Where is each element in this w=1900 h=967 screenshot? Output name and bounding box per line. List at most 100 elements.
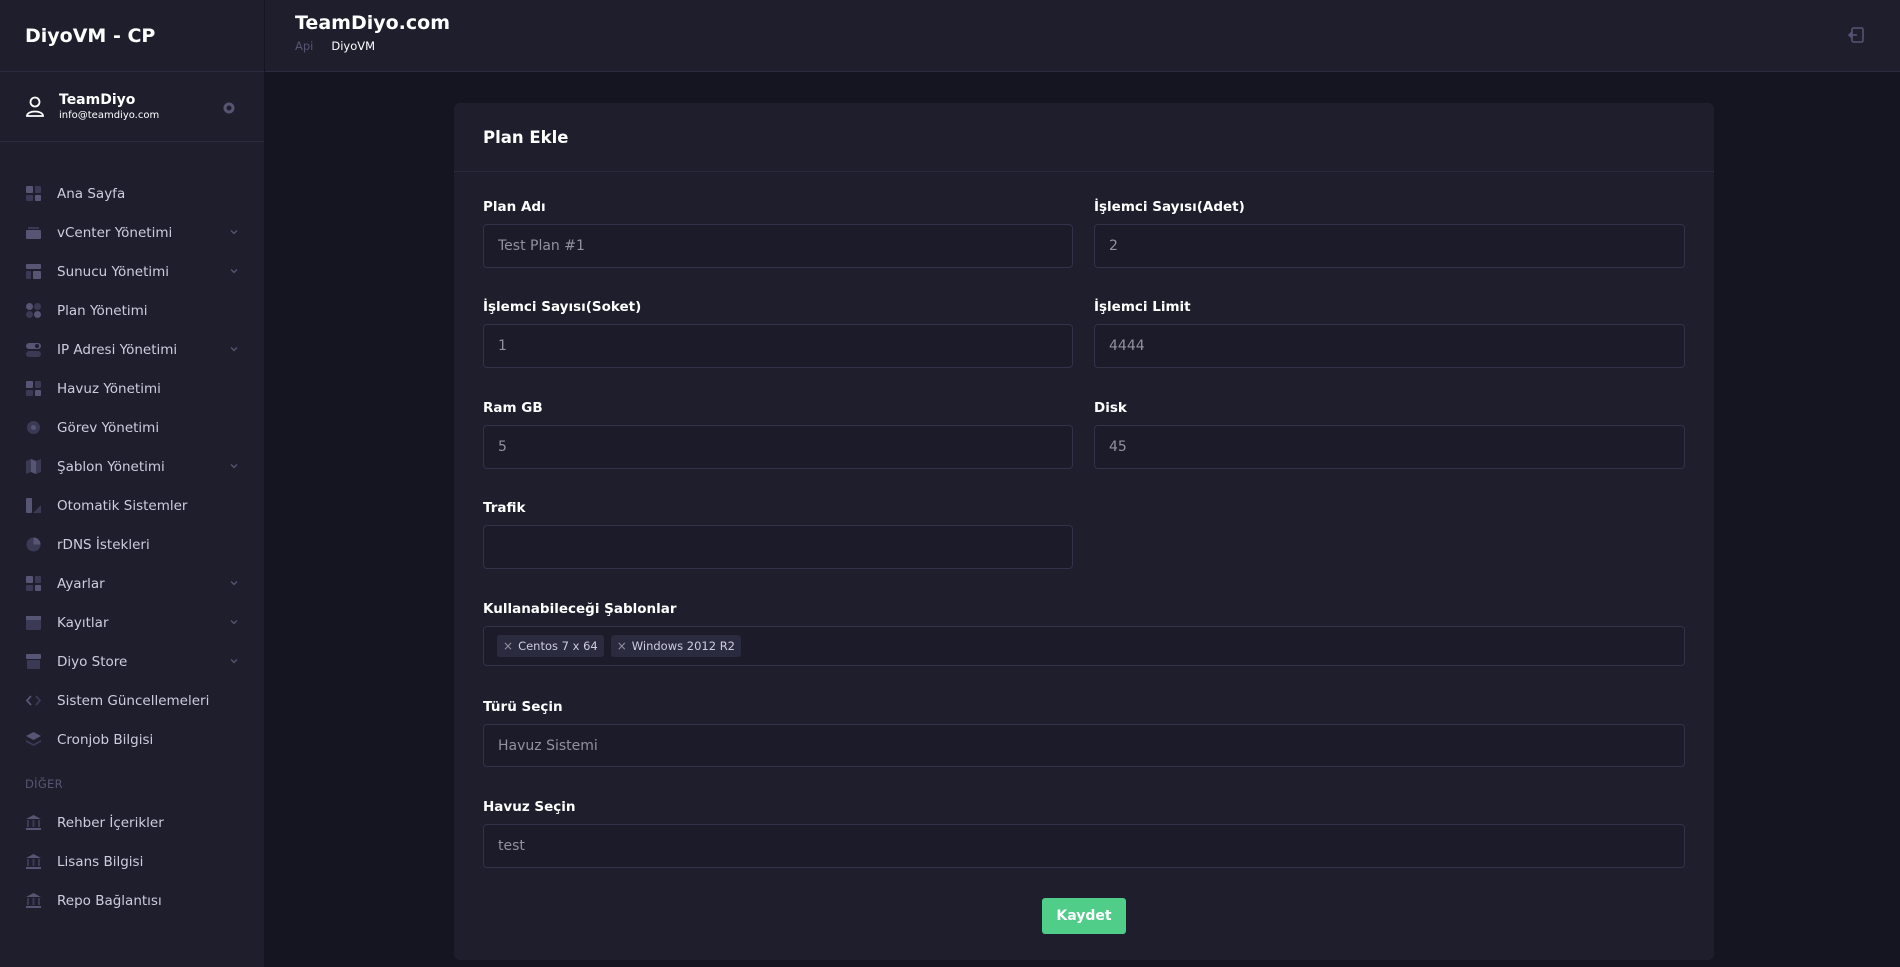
traffic-input[interactable] xyxy=(483,525,1073,569)
sidebar-item-diyo-store[interactable]: Diyo Store xyxy=(0,642,264,681)
type-select[interactable]: Havuz Sistemi xyxy=(483,724,1685,767)
calendar-icon xyxy=(26,616,41,630)
gear-icon[interactable] xyxy=(222,101,236,115)
layout-icon xyxy=(26,264,41,279)
sidebar-item-plan[interactable]: Plan Yönetimi xyxy=(0,291,264,330)
target-icon xyxy=(27,421,40,434)
chevron-down-icon xyxy=(230,269,238,274)
sidebar-item-lisans[interactable]: Lisans Bilgisi xyxy=(0,842,264,881)
template-tag-label: Centos 7 x 64 xyxy=(518,639,598,653)
section-label-other: DİĞER xyxy=(25,777,63,791)
grid-icon xyxy=(26,186,41,201)
pool-select[interactable]: test xyxy=(483,824,1685,868)
type-label: Türü Seçin xyxy=(483,699,563,715)
breadcrumb-item-api[interactable]: Api xyxy=(295,39,313,53)
pie-icon xyxy=(26,537,41,552)
card-title: Plan Ekle xyxy=(454,103,1714,172)
sidebar-item-label: Rehber İçerikler xyxy=(57,814,164,831)
sidebar-item-sistem-guncellemeleri[interactable]: Sistem Güncellemeleri xyxy=(0,681,264,720)
sidebar-item-label: Sunucu Yönetimi xyxy=(57,263,170,280)
cpu-count-input[interactable] xyxy=(1094,224,1685,268)
chevron-down-icon xyxy=(230,347,238,352)
dots-icon xyxy=(26,303,41,318)
layers-icon xyxy=(26,732,41,746)
sidebar-item-repo[interactable]: Repo Bağlantısı xyxy=(0,881,264,920)
templates-label: Kullanabileceği Şablonlar xyxy=(483,601,677,617)
top-header: TeamDiyo.com Api DiyoVM xyxy=(265,0,1900,72)
chevron-down-icon xyxy=(230,581,238,586)
sidebar-item-label: Ana Sayfa xyxy=(57,185,126,202)
sidebar-item-label: Kayıtlar xyxy=(57,614,109,631)
sidebar-item-rdns[interactable]: rDNS İstekleri xyxy=(0,525,264,564)
cpu-socket-label: İşlemci Sayısı(Soket) xyxy=(483,299,642,315)
sidebar-item-label: Şablon Yönetimi xyxy=(57,458,165,475)
sidebar-item-label: rDNS İstekleri xyxy=(57,536,150,553)
sidebar-item-label: vCenter Yönetimi xyxy=(57,224,173,241)
sidebar-item-vcenter[interactable]: vCenter Yönetimi xyxy=(0,213,264,252)
grid-icon xyxy=(26,381,41,396)
bank-icon xyxy=(26,815,41,830)
code-icon xyxy=(25,695,42,706)
cpu-limit-input[interactable] xyxy=(1094,324,1685,368)
bank-icon xyxy=(26,893,41,908)
brand-title: DiyoVM - CP xyxy=(0,0,264,72)
sidebar-item-gorev[interactable]: Görev Yönetimi xyxy=(0,408,264,447)
user-icon xyxy=(26,96,44,117)
sidebar-item-ana-sayfa[interactable]: Ana Sayfa xyxy=(0,174,264,213)
save-button[interactable]: Kaydet xyxy=(1042,898,1126,934)
ram-label: Ram GB xyxy=(483,400,543,416)
cpu-count-label: İşlemci Sayısı(Adet) xyxy=(1094,199,1245,215)
chevron-down-icon xyxy=(230,620,238,625)
remove-tag-icon[interactable]: × xyxy=(617,639,627,653)
plan-form-card: Plan Ekle Plan Adı İşlemci Sayısı(Adet) … xyxy=(454,103,1714,960)
remove-tag-icon[interactable]: × xyxy=(503,639,513,653)
sidebar-item-rehber[interactable]: Rehber İçerikler xyxy=(0,803,264,842)
user-name: TeamDiyo xyxy=(59,91,136,108)
disk-input[interactable] xyxy=(1094,425,1685,469)
templates-multiselect[interactable]: × Centos 7 x 64 × Windows 2012 R2 xyxy=(483,626,1685,666)
sidebar-item-label: Plan Yönetimi xyxy=(57,302,148,319)
breadcrumb: Api DiyoVM xyxy=(295,39,375,53)
sidebar-item-otomatik[interactable]: Otomatik Sistemler xyxy=(0,486,264,525)
sidebar-item-sablon[interactable]: Şablon Yönetimi xyxy=(0,447,264,486)
store-icon xyxy=(26,654,41,669)
sidebar-item-label: Diyo Store xyxy=(57,653,128,670)
template-tag: × Windows 2012 R2 xyxy=(610,635,742,657)
sidebar-item-label: IP Adresi Yönetimi xyxy=(57,341,178,358)
sidebar-item-label: Cronjob Bilgisi xyxy=(57,731,154,748)
sidebar-item-ip-adresi[interactable]: IP Adresi Yönetimi xyxy=(0,330,264,369)
grid-icon xyxy=(26,576,41,591)
bank-icon xyxy=(26,854,41,869)
plan-name-label: Plan Adı xyxy=(483,199,546,215)
sidebar-item-label: Lisans Bilgisi xyxy=(57,853,144,870)
sidebar-item-label: Havuz Yönetimi xyxy=(57,380,161,397)
chevron-down-icon xyxy=(230,659,238,664)
design-icon xyxy=(26,498,41,513)
page-title: TeamDiyo.com xyxy=(295,12,450,34)
sidebar-item-label: Repo Bağlantısı xyxy=(57,892,162,909)
map-icon xyxy=(26,459,41,474)
sidebar-item-kayitlar[interactable]: Kayıtlar xyxy=(0,603,264,642)
chevron-down-icon xyxy=(230,464,238,469)
plan-name-input[interactable] xyxy=(483,224,1073,268)
cpu-socket-input[interactable] xyxy=(483,324,1073,368)
user-email: info@teamdiyo.com xyxy=(59,109,160,121)
ram-input[interactable] xyxy=(483,425,1073,469)
cpu-limit-label: İşlemci Limit xyxy=(1094,299,1191,315)
sidebar-item-label: Otomatik Sistemler xyxy=(57,497,188,514)
sidebar-item-sunucu[interactable]: Sunucu Yönetimi xyxy=(0,252,264,291)
type-select-value: Havuz Sistemi xyxy=(498,737,598,754)
logout-icon[interactable] xyxy=(1847,26,1865,44)
sidebar-item-label: Sistem Güncellemeleri xyxy=(57,692,210,709)
sidebar-item-cronjob[interactable]: Cronjob Bilgisi xyxy=(0,720,264,759)
sidebar-item-havuz[interactable]: Havuz Yönetimi xyxy=(0,369,264,408)
basket-icon xyxy=(26,227,41,239)
sidebar-item-ayarlar[interactable]: Ayarlar xyxy=(0,564,264,603)
sidebar-menu: Ana Sayfa vCenter Yönetimi Sunucu Yöneti… xyxy=(0,142,264,920)
traffic-label: Trafik xyxy=(483,500,526,516)
toggle-icon xyxy=(26,343,41,357)
sidebar: DiyoVM - CP TeamDiyo info@teamdiyo.com A… xyxy=(0,0,265,967)
template-tag-label: Windows 2012 R2 xyxy=(631,639,736,653)
chevron-down-icon xyxy=(230,230,238,235)
breadcrumb-item-current: DiyoVM xyxy=(331,39,376,53)
